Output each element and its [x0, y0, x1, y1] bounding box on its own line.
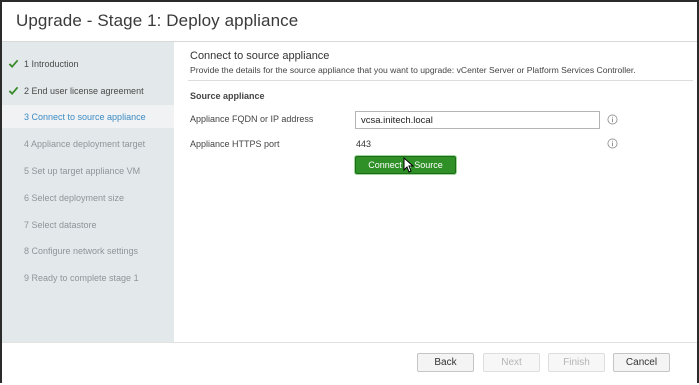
page-title: Connect to source appliance — [190, 50, 330, 62]
step-label: 1 Introduction — [24, 59, 79, 69]
connect-to-source-button[interactable]: Connect to Source — [355, 156, 456, 174]
cancel-button[interactable]: Cancel — [613, 353, 670, 372]
step-deployment-target: 4 Appliance deployment target — [2, 136, 174, 162]
section-title: Source appliance — [190, 91, 265, 101]
port-value: 443 — [356, 139, 372, 149]
step-label: 8 Configure network settings — [24, 246, 139, 256]
step-label: 4 Appliance deployment target — [24, 139, 146, 149]
info-icon[interactable] — [607, 114, 618, 125]
step-setup-vm: 5 Set up target appliance VM — [2, 163, 174, 189]
wizard-steps-sidebar: 1 Introduction 2 End user license agreem… — [2, 42, 174, 342]
checkmark-icon — [8, 86, 19, 96]
wizard-footer: Back Next Finish Cancel — [2, 342, 697, 385]
page-description: Provide the details for the source appli… — [190, 65, 636, 75]
window-title: Upgrade - Stage 1: Deploy appliance — [16, 11, 299, 30]
finish-button[interactable]: Finish — [548, 353, 605, 372]
step-label: 6 Select deployment size — [24, 193, 125, 203]
step-label: 5 Set up target appliance VM — [24, 166, 141, 176]
step-label: 9 Ready to complete stage 1 — [24, 273, 139, 283]
step-select-datastore: 7 Select datastore — [2, 217, 174, 243]
step-deployment-size: 6 Select deployment size — [2, 190, 174, 216]
fqdn-input[interactable] — [355, 111, 600, 129]
upgrade-wizard-window: Upgrade - Stage 1: Deploy appliance 1 In… — [0, 0, 699, 385]
info-icon[interactable] — [607, 138, 618, 149]
step-introduction[interactable]: 1 Introduction — [2, 56, 174, 82]
step-ready-complete: 9 Ready to complete stage 1 — [2, 270, 174, 296]
port-label: Appliance HTTPS port — [190, 139, 280, 149]
step-network-settings: 8 Configure network settings — [2, 243, 174, 269]
back-button[interactable]: Back — [417, 353, 474, 372]
checkmark-icon — [8, 59, 19, 69]
window-header: Upgrade - Stage 1: Deploy appliance — [2, 2, 697, 42]
step-label: 7 Select datastore — [24, 220, 97, 230]
step-label: 2 End user license agreement — [24, 86, 144, 96]
divider — [188, 80, 693, 81]
step-label: 3 Connect to source appliance — [24, 112, 146, 122]
fqdn-label: Appliance FQDN or IP address — [190, 114, 314, 124]
step-connect-source[interactable]: 3 Connect to source appliance — [2, 105, 174, 128]
main-content: Connect to source appliance Provide the … — [174, 42, 697, 342]
next-button[interactable]: Next — [483, 353, 540, 372]
